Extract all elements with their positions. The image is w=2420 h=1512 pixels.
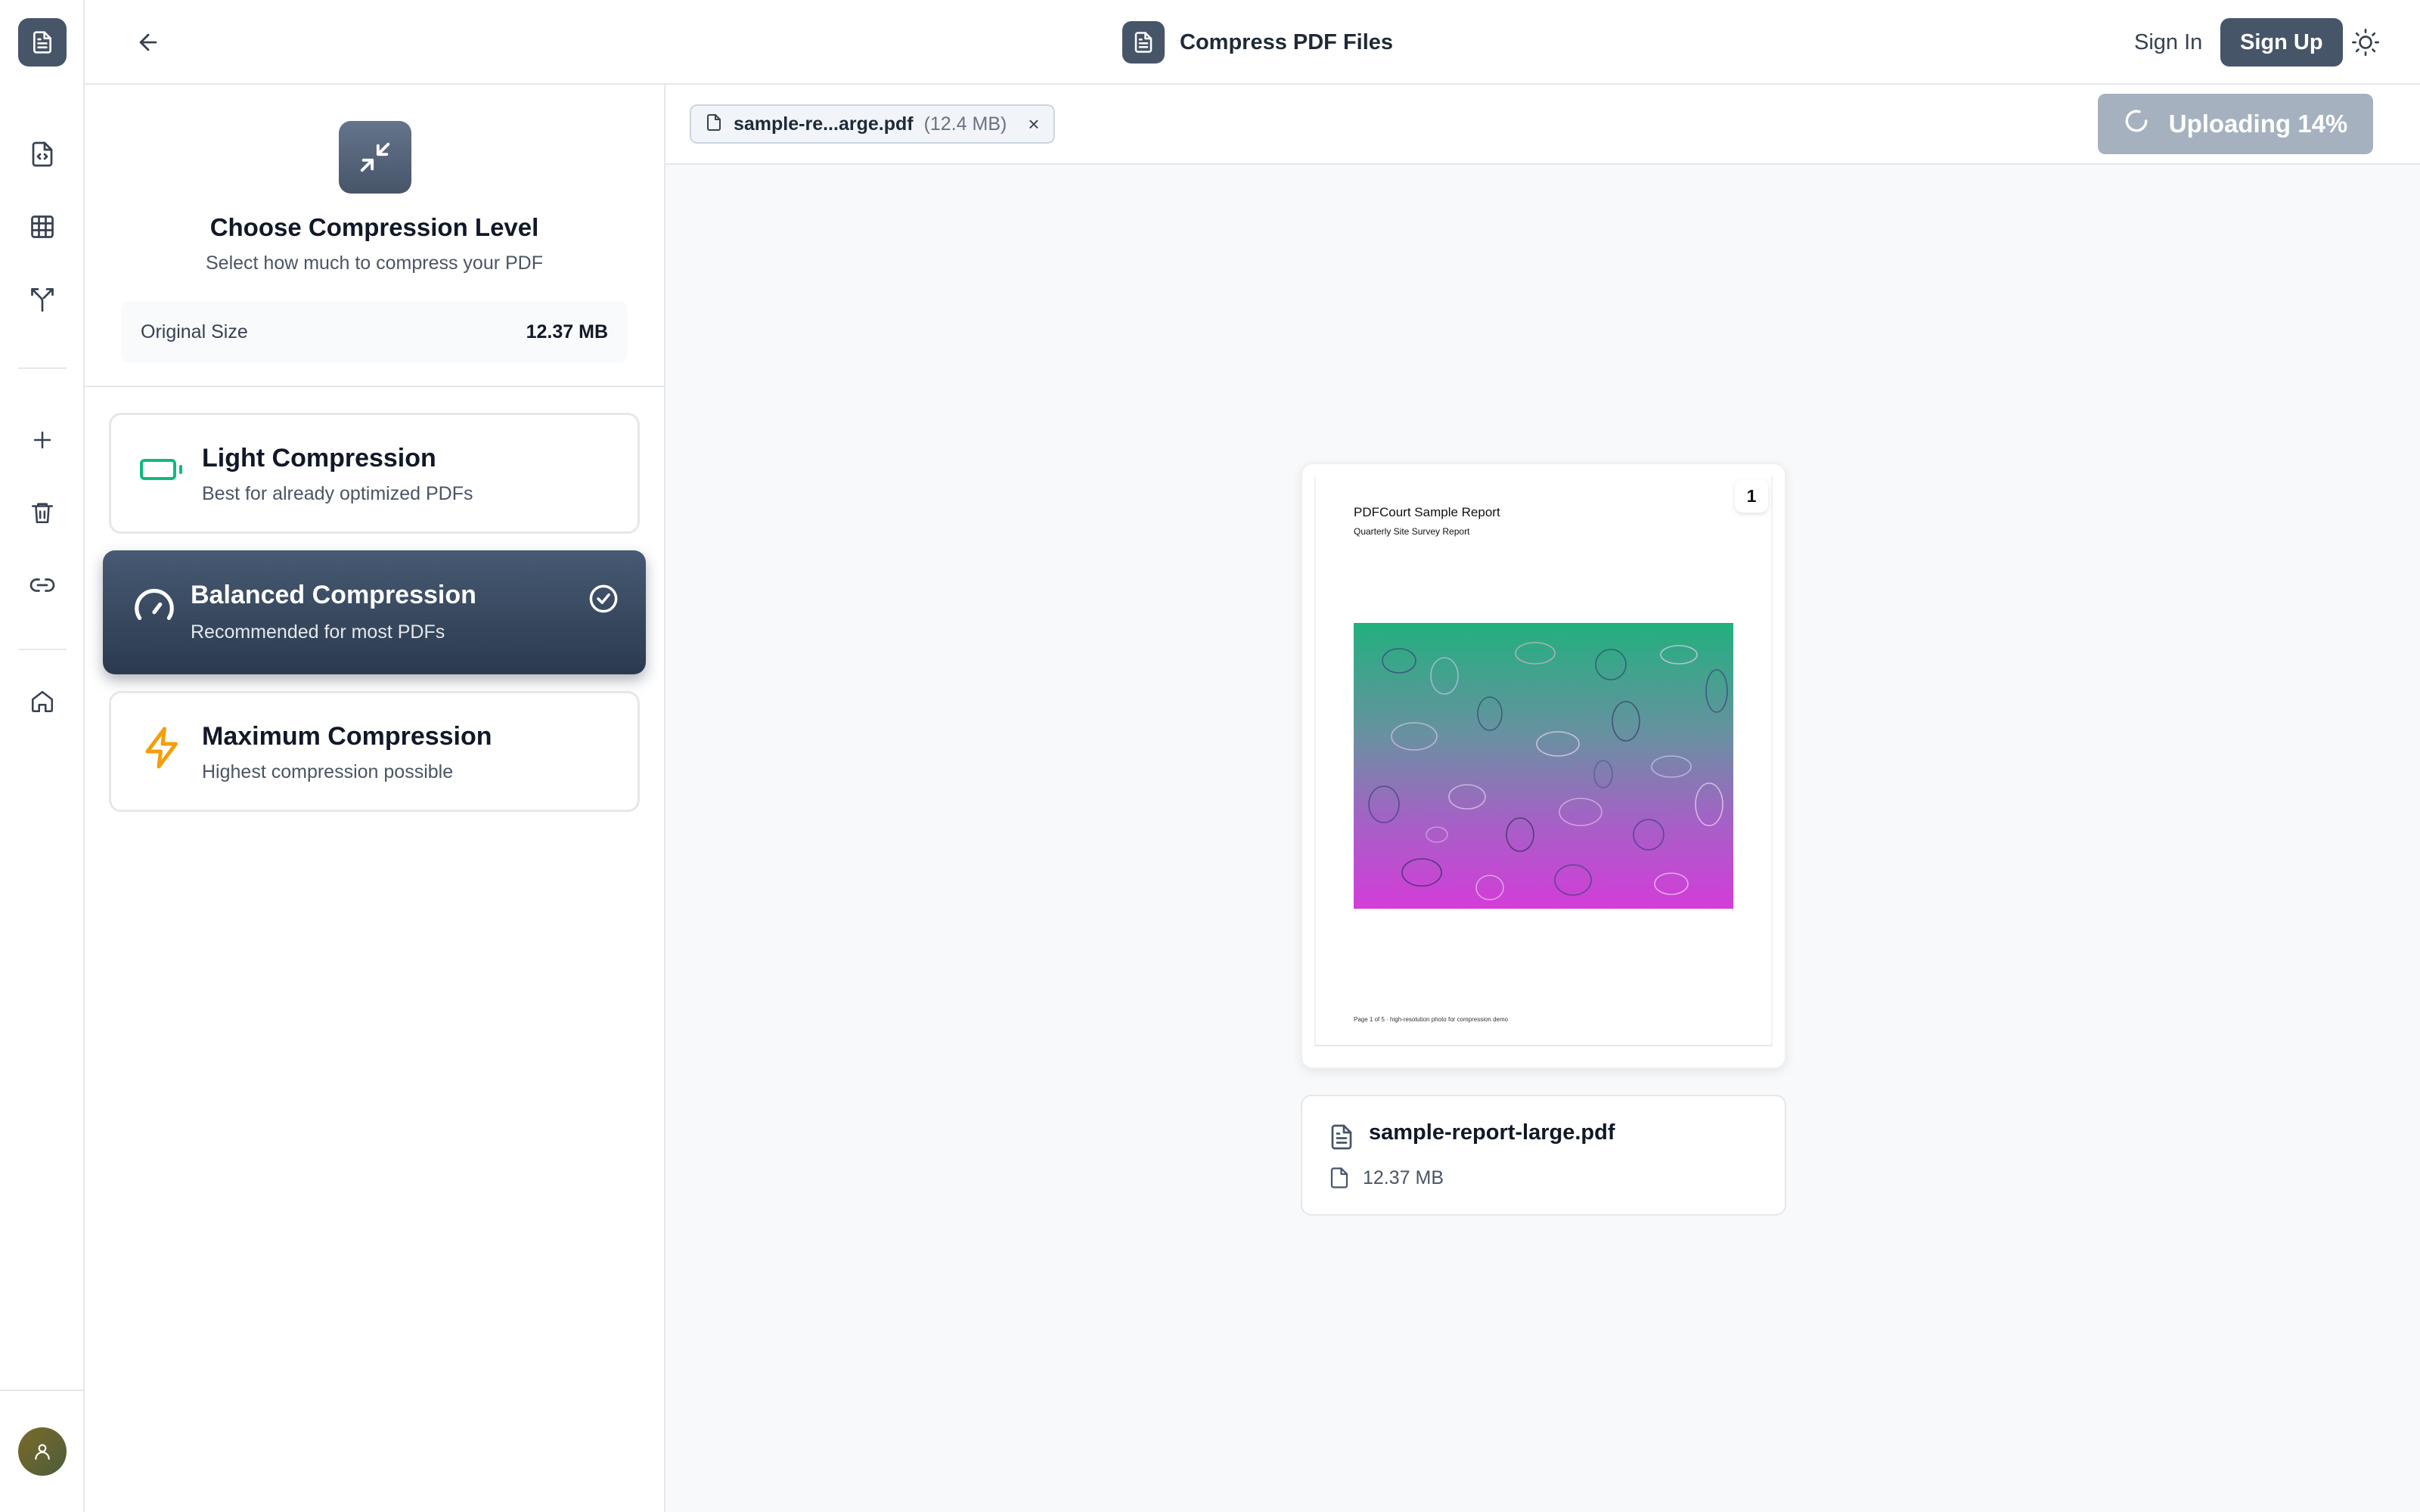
file-icon (705, 113, 723, 136)
file-size: 12.37 MB (1363, 1167, 1444, 1188)
check-circle-icon (587, 582, 620, 615)
panel-subtitle: Select how much to compress your PDF (206, 253, 543, 274)
spinner-icon (2124, 108, 2149, 140)
doc-title: PDFCourt Sample Report (1354, 505, 1500, 519)
option-title: Balanced Compression (191, 581, 476, 609)
main-area: sample-re...arge.pdf (12.4 MB) × Uploadi… (666, 85, 2420, 1512)
back-arrow-icon[interactable] (127, 21, 169, 64)
gauge-icon (130, 582, 178, 631)
upload-progress-label: Uploading 14% (2168, 110, 2348, 138)
page-number-badge: 1 (1735, 479, 1768, 513)
file-bar: sample-re...arge.pdf (12.4 MB) × Uploadi… (666, 85, 2420, 165)
battery-icon (138, 445, 187, 494)
original-size-label: Original Size (141, 321, 248, 342)
panel-title: Choose Compression Level (209, 213, 539, 241)
sign-in-link[interactable]: Sign In (2121, 20, 2216, 65)
file-chip-name: sample-re...arge.pdf (734, 113, 914, 135)
grid-icon[interactable] (21, 206, 64, 248)
pdf-page-preview[interactable]: PDFCourt Sample Report Quarterly Site Su… (1301, 463, 1786, 1069)
pdf-page: PDFCourt Sample Report Quarterly Site Su… (1314, 476, 1773, 1046)
option-title: Light Compression (202, 444, 436, 472)
file-code-icon[interactable] (21, 133, 64, 175)
top-bar: Compress PDF Files Sign In Sign Up (85, 0, 2420, 85)
upload-progress-button: Uploading 14% (2098, 94, 2373, 154)
minimize-icon (339, 121, 411, 194)
doc-subtitle: Quarterly Site Survey Report (1354, 526, 1470, 537)
doc-footer: Page 1 of 5 · high-resolution photo for … (1354, 1016, 1509, 1023)
option-description: Recommended for most PDFs (191, 621, 445, 643)
light-compression-option[interactable]: Light Compression Best for already optim… (109, 413, 640, 534)
maximum-compression-option[interactable]: Maximum Compression Highest compression … (109, 691, 640, 812)
sign-up-button[interactable]: Sign Up (2220, 18, 2343, 67)
home-icon[interactable] (21, 680, 64, 723)
app-logo-icon[interactable] (18, 18, 67, 67)
compression-panel: Choose Compression Level Select how much… (85, 85, 666, 1512)
option-description: Highest compression possible (202, 761, 454, 782)
document-icon (1122, 21, 1165, 64)
doc-photo (1354, 623, 1733, 909)
original-size-value: 12.37 MB (526, 321, 608, 342)
file-text-icon (1328, 1122, 1355, 1156)
sun-icon[interactable] (2344, 21, 2387, 64)
file-chip[interactable]: sample-re...arge.pdf (12.4 MB) × (690, 104, 1055, 144)
option-description: Best for already optimized PDFs (202, 483, 473, 504)
file-info-card: sample-report-large.pdf 12.37 MB (1301, 1095, 1786, 1216)
balanced-compression-option[interactable]: Balanced Compression Recommended for mos… (103, 550, 646, 674)
option-title: Maximum Compression (202, 722, 492, 751)
page-title: Compress PDF Files (1122, 21, 1393, 64)
lightning-icon (138, 723, 187, 772)
panel-header: Choose Compression Level Select how much… (85, 85, 664, 387)
merge-arrow-icon[interactable] (21, 278, 64, 321)
original-size-box: Original Size 12.37 MB (121, 301, 628, 363)
left-rail (0, 0, 85, 1512)
link-icon[interactable] (21, 564, 64, 606)
file-name: sample-report-large.pdf (1369, 1120, 1615, 1145)
file-icon (1328, 1166, 1351, 1194)
file-chip-size: (12.4 MB) (923, 113, 1007, 135)
trash-icon[interactable] (21, 491, 64, 534)
user-avatar[interactable] (18, 1427, 67, 1476)
plus-icon[interactable] (21, 419, 64, 461)
page-title-text: Compress PDF Files (1180, 29, 1394, 54)
remove-file-button[interactable]: × (1028, 113, 1039, 136)
